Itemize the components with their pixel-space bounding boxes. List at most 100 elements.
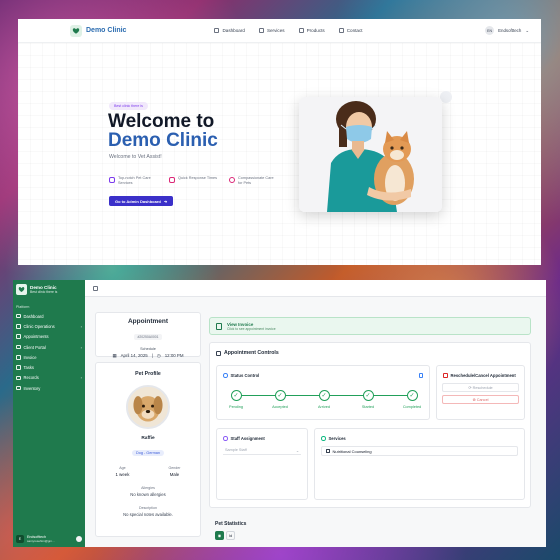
nav-link-label: Products: [306, 28, 325, 33]
check-icon: ✓: [318, 390, 330, 401]
step-label: Arrived: [317, 405, 331, 409]
document-icon: [216, 322, 222, 330]
document-icon[interactable]: [418, 373, 423, 378]
clock-icon: ◷: [156, 353, 161, 358]
sidebar-toggle-icon[interactable]: [93, 285, 98, 291]
service-item[interactable]: Nutritional Counseling: [321, 446, 518, 456]
sidebar-item-label: Tasks: [23, 365, 34, 371]
step-completed[interactable]: ✓ Completed: [397, 390, 427, 409]
clinic-logo-icon[interactable]: [70, 24, 82, 37]
hero-title-line2: Demo Clinic: [108, 130, 218, 151]
staff-select[interactable]: Sample Staff ⌄: [223, 446, 301, 455]
age-value: 1 week: [115, 472, 130, 477]
step-accepted[interactable]: ✓ Accepted: [265, 390, 295, 409]
users-icon: [16, 344, 21, 350]
admin-dashboard-button[interactable]: Go to Admin Dashboard ➔: [109, 196, 174, 206]
nav-link-contact[interactable]: Contact: [338, 28, 363, 33]
avatar: EN: [485, 26, 495, 35]
pet-gender: Gender Male: [168, 466, 180, 477]
pet-photo: [126, 385, 170, 429]
pet-statistics-tabs: ◉ Id: [215, 531, 235, 540]
sidebar-tagline: Best clinic there is: [30, 290, 58, 295]
appointment-controls-card: Appointment Controls Status Control ✓ Pen…: [209, 342, 531, 508]
check-icon: ✓: [406, 390, 418, 401]
divider: |: [151, 353, 153, 358]
service-icon: [326, 449, 330, 453]
staff-assignment-title: Staff Assignment: [223, 436, 307, 441]
staff-select-value: Sample Staff: [225, 448, 247, 452]
feature-list: Top-notch Pet Care Services Quick Respon…: [109, 176, 279, 186]
topbar: [85, 280, 546, 297]
landing-navbar: Demo Clinic Dashboard Services Products …: [18, 19, 541, 43]
user-email: samyrosehim@gm...: [27, 539, 55, 543]
staff-title-text: Staff Assignment: [230, 436, 265, 441]
invoice-subtitle: Click to see appointment invoice: [227, 326, 276, 331]
calendar-icon: [216, 350, 221, 356]
chevron-right-icon: ›: [80, 323, 82, 329]
pet-age: Age 1 week: [116, 466, 130, 477]
staff-assignment-panel: Staff Assignment Sample Staff ⌄: [216, 428, 308, 500]
chevron-down-icon: ⌄: [295, 448, 299, 453]
feature-text: Top-notch Pet Care Services: [118, 176, 151, 186]
feature-item: Compassionate Care for Pets: [229, 176, 279, 186]
gender-label: Gender: [168, 466, 181, 470]
chart-tab-icon[interactable]: ◉: [215, 531, 224, 540]
sidebar-item-clinic-operations[interactable]: Clinic Operations ›: [13, 321, 85, 331]
pet-statistics-title: Pet Statistics: [215, 521, 247, 527]
sidebar-item-label: Records: [23, 375, 39, 381]
sidebar: Demo Clinic Best clinic there is Platfor…: [13, 280, 85, 547]
sidebar-item-dashboard[interactable]: Dashboard: [13, 311, 85, 321]
reschedule-button[interactable]: ⟳ Reschedule: [442, 383, 519, 392]
nav-link-label: Services: [266, 28, 285, 33]
check-icon: ✓: [362, 390, 374, 401]
nav-link-dashboard[interactable]: Dashboard: [214, 28, 245, 33]
sidebar-item-client-portal[interactable]: Client Portal ›: [13, 342, 85, 352]
id-tab[interactable]: Id: [226, 531, 235, 540]
user-menu[interactable]: EN Endsofttech ⌄: [485, 26, 529, 35]
feature-text: Quick Response Times: [178, 176, 218, 180]
check-icon: ✓: [274, 390, 286, 401]
chevron-right-icon: ›: [80, 375, 82, 381]
pet-name: Raffie: [141, 436, 155, 441]
button-label: Go to Admin Dashboard: [115, 198, 161, 204]
feature-item: Top-notch Pet Care Services: [109, 176, 159, 186]
sidebar-item-inventory[interactable]: Inventory: [13, 383, 85, 393]
view-invoice-button[interactable]: View Invoice Click to see appointment in…: [209, 317, 531, 335]
sidebar-user-menu[interactable]: E Endsofttech samyrosehim@gm...: [16, 535, 82, 543]
products-icon: [298, 28, 304, 33]
step-label: Pending: [229, 405, 243, 409]
pet-profile-card: Pet Profile Raffie Dog - German Age 1 we…: [95, 362, 201, 537]
user-icon: [223, 436, 228, 441]
reschedule-title: Reschedule/Cancel Appointment: [443, 373, 524, 378]
sidebar-header[interactable]: Demo Clinic Best clinic there is: [13, 280, 85, 299]
schedule-label: Schedule: [140, 347, 156, 351]
age-label: Age: [119, 466, 126, 470]
services-title-text: Services: [328, 436, 346, 441]
services-title: Services: [321, 436, 524, 441]
services-panel: Services Nutritional Counseling: [314, 428, 525, 500]
sidebar-item-tasks[interactable]: Tasks: [13, 362, 85, 372]
nav-link-products[interactable]: Products: [298, 28, 325, 33]
feature-item: Quick Response Times: [169, 176, 219, 186]
sidebar-item-records[interactable]: Records ›: [13, 373, 85, 383]
chevron-down-icon: ⌄: [525, 27, 529, 33]
contact-icon: [338, 28, 344, 33]
sidebar-item-invoice[interactable]: Invoice: [13, 352, 85, 362]
feature-text: Compassionate Care for Pets: [238, 176, 274, 186]
landing-brand[interactable]: Demo Clinic: [86, 27, 126, 34]
description-value: No special notes available.: [123, 512, 173, 517]
hero-badge: Best clinic there is: [109, 102, 148, 110]
dashboard-screenshot: Demo Clinic Best clinic there is Platfor…: [13, 280, 546, 547]
controls-title: Appointment Controls: [216, 350, 279, 356]
step-label: Completed: [402, 405, 422, 409]
step-started[interactable]: ✓ Started: [353, 390, 383, 409]
allergies-label: Allergies: [141, 486, 155, 490]
hero-image-vet-with-cat: [299, 97, 442, 212]
arrow-right-icon: ➔: [163, 198, 168, 204]
cancel-button[interactable]: ⊗ Cancel: [442, 395, 519, 404]
nav-link-services[interactable]: Services: [258, 28, 285, 33]
pet-profile-title: Pet Profile: [135, 371, 161, 377]
sidebar-item-appointments[interactable]: Appointments: [13, 332, 85, 342]
step-arrived[interactable]: ✓ Arrived: [309, 390, 339, 409]
step-pending[interactable]: ✓ Pending: [221, 390, 251, 409]
